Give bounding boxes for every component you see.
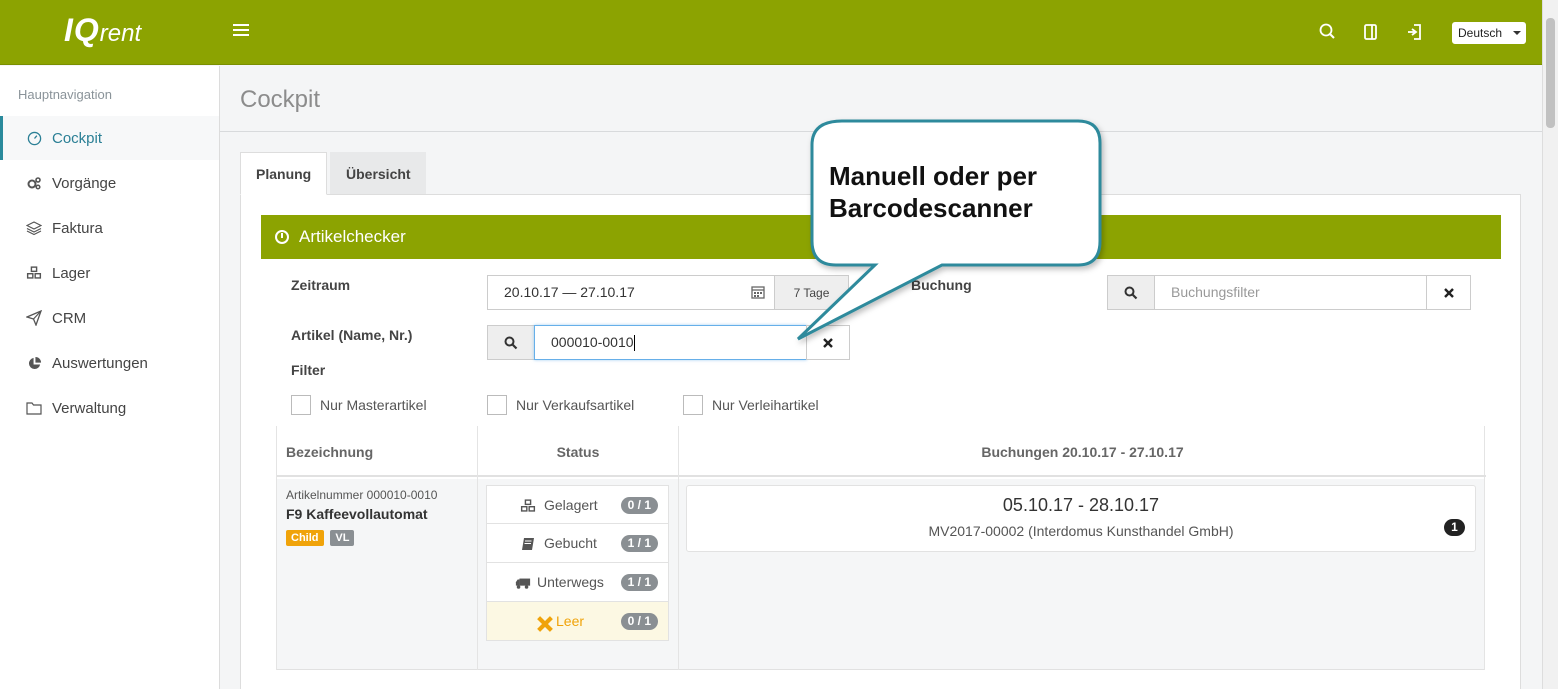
article-tags: Child VL [286, 528, 357, 546]
child-badge: Child [286, 530, 324, 546]
checkbox-nur-masterartikel[interactable]: Nur Masterartikel [291, 395, 427, 415]
header-bezeichnung: Bezeichnung [286, 443, 374, 460]
booking-dates: 05.10.17 - 28.10.17 [1002, 495, 1160, 515]
paper-plane-icon [26, 310, 42, 326]
gauge-icon [26, 130, 42, 146]
filter-label: Filter [291, 362, 326, 378]
buchungsfilter-input[interactable]: Buchungsfilter [1154, 275, 1427, 310]
sidebar-panel-icon[interactable] [1361, 22, 1381, 42]
sidebar-item-label: Vorgänge [52, 174, 117, 192]
status-badge: 1 / 1 [620, 574, 658, 591]
artikel-search-input[interactable]: 000010-0010 [534, 325, 807, 360]
date-range-input[interactable]: 20.10.17 — 27.10.17 [487, 275, 775, 310]
checkbox-nur-verkaufsartikel[interactable]: Nur Verkaufsartikel [487, 395, 634, 415]
sidebar-item-label: CRM [52, 309, 87, 327]
sidebar-item-label: Cockpit [52, 129, 103, 147]
x-icon [537, 616, 553, 632]
sidebar-item-lager[interactable]: Lager [0, 251, 219, 295]
sidebar-header: Hauptnavigation [18, 87, 112, 102]
cubes-icon [26, 265, 42, 281]
top-navbar: IQrent Deutsch [0, 0, 1542, 65]
checkbox-nur-verleihartikel[interactable]: Nur Verleihartikel [683, 395, 819, 415]
sidebar-item-label: Auswertungen [52, 354, 148, 372]
calendar-icon[interactable] [751, 285, 765, 299]
booking-card[interactable]: 05.10.17 - 28.10.17 MV2017-00002 (Interd… [686, 485, 1476, 552]
logout-icon[interactable] [1405, 22, 1425, 42]
cubes-icon [520, 499, 536, 512]
status-gebucht[interactable]: Gebucht 1 / 1 [486, 524, 669, 563]
menu-toggle-icon[interactable] [233, 24, 249, 38]
page-scrollbar[interactable] [1542, 0, 1558, 689]
sidebar-item-verwaltung[interactable]: Verwaltung [0, 386, 219, 430]
truck-icon [515, 578, 531, 589]
status-badge: 1 / 1 [620, 535, 658, 552]
zeitraum-label: Zeitraum [291, 277, 351, 293]
search-icon[interactable] [1318, 22, 1338, 42]
artikel-label: Artikel (Name, Nr.) [291, 327, 413, 343]
sidebar-item-cockpit[interactable]: Cockpit [0, 116, 219, 160]
booking-detail: MV2017-00002 (Interdomus Kunsthandel Gmb… [928, 523, 1234, 539]
book-icon [522, 538, 534, 550]
buchung-clear-button[interactable] [1426, 275, 1471, 310]
clock-icon [275, 230, 289, 244]
language-select[interactable]: Deutsch [1452, 22, 1526, 44]
vl-badge: VL [330, 530, 355, 546]
app-logo[interactable]: IQrent [64, 12, 141, 49]
folder-icon [26, 400, 42, 416]
tab-uebersicht[interactable]: Übersicht [330, 152, 426, 195]
sidebar-item-label: Faktura [52, 219, 103, 237]
layers-icon [26, 220, 42, 236]
status-gelagert[interactable]: Gelagert 0 / 1 [486, 485, 669, 524]
page-title: Cockpit [240, 86, 321, 113]
header-status: Status [556, 443, 600, 460]
chevron-down-icon [1513, 31, 1521, 35]
sidebar-item-auswertungen[interactable]: Auswertungen [0, 341, 219, 385]
pie-chart-icon [26, 355, 42, 371]
sidebar-item-vorgaenge[interactable]: Vorgänge [0, 161, 219, 205]
tab-planung[interactable]: Planung [240, 152, 327, 195]
status-list: Gelagert 0 / 1 Gebucht 1 / 1 Unterwegs 1… [486, 485, 669, 641]
status-badge: 0 / 1 [620, 613, 658, 630]
artikel-search-button[interactable] [487, 325, 535, 360]
sidebar-item-crm[interactable]: CRM [0, 296, 219, 340]
status-unterwegs[interactable]: Unterwegs 1 / 1 [486, 563, 669, 602]
close-icon [1443, 287, 1454, 298]
callout-bubble [796, 119, 1102, 341]
sidebar: Hauptnavigation Cockpit Vorgänge Faktura… [0, 66, 220, 689]
search-icon [504, 336, 518, 349]
gears-icon [26, 175, 42, 191]
panel-title: Artikelchecker [299, 227, 406, 246]
artikelnummer: Artikelnummer 000010-0010 [286, 488, 438, 502]
search-icon [1124, 286, 1138, 299]
booking-count-badge: 1 [1444, 519, 1465, 536]
article-name[interactable]: F9 Kaffeevollautomat [286, 506, 428, 522]
sidebar-item-faktura[interactable]: Faktura [0, 206, 219, 250]
status-leer[interactable]: Leer 0 / 1 [486, 602, 669, 641]
header-buchungen: Buchungen 20.10.17 - 27.10.17 [981, 443, 1184, 460]
sidebar-item-label: Lager [52, 264, 91, 282]
sidebar-item-label: Verwaltung [52, 399, 127, 417]
callout-text: Manuell oder per Barcodescanner [829, 161, 1038, 223]
status-badge: 0 / 1 [620, 497, 658, 514]
